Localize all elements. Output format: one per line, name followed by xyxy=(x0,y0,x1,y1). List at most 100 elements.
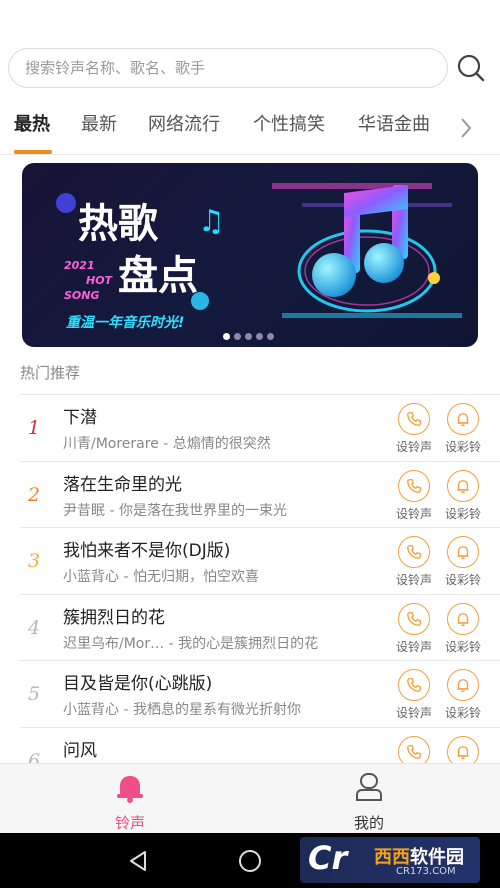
song-row[interactable]: 5 目及皆是你(心跳版) 小蓝背心 - 我栖息的星系有微光折射你 设铃声 设彩铃 xyxy=(20,660,500,727)
phone-icon xyxy=(407,478,422,493)
song-title: 簇拥烈日的花 xyxy=(63,607,165,628)
song-row[interactable]: 4 簇拥烈日的花 迟里乌布/Mor… - 我的心是簇拥烈日的花 设铃声 设彩铃 xyxy=(20,593,500,661)
bell-outline-icon xyxy=(457,679,469,693)
set-ringtone-button[interactable]: 设铃声 xyxy=(390,403,438,455)
song-subtitle: 尹昔眠 - 你是落在我世界里的一束光 xyxy=(63,502,287,519)
song-title: 下潜 xyxy=(63,408,97,428)
banner-hot-tag: HOT xyxy=(86,274,114,287)
banner-year-tag: 2021 xyxy=(64,259,95,272)
set-crbt-button[interactable]: 设彩铃 xyxy=(439,669,487,721)
tabs-more-button[interactable] xyxy=(456,114,476,142)
pagination-dot[interactable] xyxy=(245,333,252,340)
search-icon xyxy=(457,54,485,82)
song-subtitle: 迟里乌布/Mor… - 我的心是簇拥烈日的花 xyxy=(63,635,319,652)
bell-outline-icon xyxy=(457,413,469,427)
song-subtitle: 小蓝背心 - 怕无归期，怕空欢喜 xyxy=(63,569,259,585)
bell-outline-icon xyxy=(457,745,469,759)
set-crbt-label: 设彩铃 xyxy=(444,506,481,521)
watermark-url: CR173.COM xyxy=(396,866,456,877)
set-ringtone-button[interactable]: 设铃声 xyxy=(390,536,438,588)
tab-internet-popular[interactable]: 网络流行 xyxy=(148,110,220,136)
set-crbt-button[interactable]: 设彩铃 xyxy=(439,403,487,455)
set-crbt-label: 设彩铃 xyxy=(444,440,481,454)
song-title: 我怕来者不是你(DJ版) xyxy=(63,541,231,561)
watermark-name-part2: 软件园 xyxy=(410,847,464,868)
banner-song-tag: SONG xyxy=(64,289,100,302)
song-title: 问风 xyxy=(63,740,97,761)
set-crbt-button[interactable]: 设彩铃 xyxy=(439,469,487,522)
set-crbt-label: 设彩铃 xyxy=(444,706,481,720)
chevron-right-icon xyxy=(461,118,472,138)
tab-newest[interactable]: 最新 xyxy=(81,110,117,136)
song-row[interactable]: 1 下潜 川青/Morerare - 总煽情的很突然 设铃声 设彩铃 xyxy=(20,394,500,461)
watermark-name-part1: 西西 xyxy=(374,847,410,868)
phone-icon xyxy=(407,744,422,759)
tab-hottest[interactable]: 最热 xyxy=(14,110,50,136)
section-title: 热门推荐 xyxy=(20,364,81,382)
song-rank: 4 xyxy=(28,616,41,639)
system-navigation-bar: Cr 西西软件园 CR173.COM xyxy=(0,833,500,888)
pagination-dot[interactable] xyxy=(234,333,241,340)
tab-personal-funny[interactable]: 个性搞笑 xyxy=(253,110,325,136)
back-triangle-icon xyxy=(130,851,146,871)
home-circle-icon xyxy=(239,850,261,872)
phone-icon xyxy=(407,544,422,559)
set-ringtone-label: 设铃声 xyxy=(395,706,432,720)
banner-pagination xyxy=(223,333,274,341)
set-ringtone-label: 设铃声 xyxy=(395,506,432,521)
bell-outline-icon xyxy=(457,546,469,560)
nav-ringtone-label: 铃声 xyxy=(114,814,145,832)
set-ringtone-label: 设铃声 xyxy=(395,440,432,454)
user-icon xyxy=(356,773,382,801)
song-subtitle: 小蓝背心 - 我栖息的星系有微光折射你 xyxy=(63,702,301,718)
search-bar xyxy=(8,48,448,88)
nav-mine[interactable]: 我的 xyxy=(329,770,409,833)
song-rank: 5 xyxy=(28,683,41,705)
set-crbt-label: 设彩铃 xyxy=(444,639,481,654)
tabs-divider xyxy=(0,154,500,155)
set-ringtone-label: 设铃声 xyxy=(395,639,432,654)
search-input[interactable] xyxy=(9,49,447,87)
svg-text:♫: ♫ xyxy=(198,204,225,239)
banner-slogan: 重温一年音乐时光! xyxy=(66,314,184,331)
song-rank: 1 xyxy=(28,417,41,439)
bell-outline-icon xyxy=(457,612,469,626)
pagination-dot[interactable] xyxy=(267,333,274,340)
song-list: 1 下潜 川青/Morerare - 总煽情的很突然 设铃声 设彩铃 2 落在生… xyxy=(20,394,500,793)
bottom-navigation: 铃声 我的 xyxy=(0,763,500,833)
set-crbt-label: 设彩铃 xyxy=(444,573,481,587)
song-rank: 2 xyxy=(28,483,41,506)
song-title: 目及皆是你(心跳版) xyxy=(63,674,213,694)
tab-chinese-classics[interactable]: 华语金曲 xyxy=(358,110,430,136)
banner-artwork: ♫ 热歌 盘点 2021 HOT SONG 重温一年音乐时光! xyxy=(56,183,462,331)
set-ringtone-button[interactable]: 设铃声 xyxy=(390,469,438,522)
pagination-dot[interactable] xyxy=(223,333,230,340)
set-ringtone-button[interactable]: 设铃声 xyxy=(390,669,438,721)
phone-icon xyxy=(407,677,422,692)
banner-title-line2: 盘点 xyxy=(118,253,198,299)
pagination-dot[interactable] xyxy=(256,333,263,340)
song-row[interactable]: 3 我怕来者不是你(DJ版) 小蓝背心 - 怕无归期，怕空欢喜 设铃声 设彩铃 xyxy=(20,527,500,594)
bell-icon xyxy=(117,776,143,803)
hot-songs-banner[interactable]: ♫ 热歌 盘点 2021 HOT SONG 重温一年音乐时光! xyxy=(22,163,478,347)
nav-mine-label: 我的 xyxy=(353,814,384,832)
watermark-logo: Cr xyxy=(308,839,348,877)
set-crbt-button[interactable]: 设彩铃 xyxy=(439,536,487,588)
song-row[interactable]: 2 落在生命里的光 尹昔眠 - 你是落在我世界里的一束光 设铃声 设彩铃 xyxy=(20,460,500,528)
system-home-button[interactable] xyxy=(236,847,264,879)
search-button[interactable] xyxy=(455,52,487,84)
phone-icon xyxy=(407,611,422,626)
site-watermark: Cr 西西软件园 CR173.COM xyxy=(300,837,480,883)
bell-outline-icon xyxy=(457,479,469,493)
song-subtitle: 川青/Morerare - 总煽情的很突然 xyxy=(63,436,271,452)
set-ringtone-button[interactable]: 设铃声 xyxy=(390,602,438,655)
nav-ringtone[interactable]: 铃声 xyxy=(90,770,170,833)
set-crbt-button[interactable]: 设彩铃 xyxy=(439,602,487,655)
song-rank: 3 xyxy=(28,550,41,572)
banner-title-line1: 热歌 xyxy=(78,201,159,247)
phone-icon xyxy=(407,411,422,426)
system-back-button[interactable] xyxy=(125,847,153,879)
category-tabs: 最热 最新 网络流行 个性搞笑 华语金曲 xyxy=(0,104,500,154)
song-title: 落在生命里的光 xyxy=(63,474,182,495)
set-ringtone-label: 设铃声 xyxy=(395,573,432,587)
